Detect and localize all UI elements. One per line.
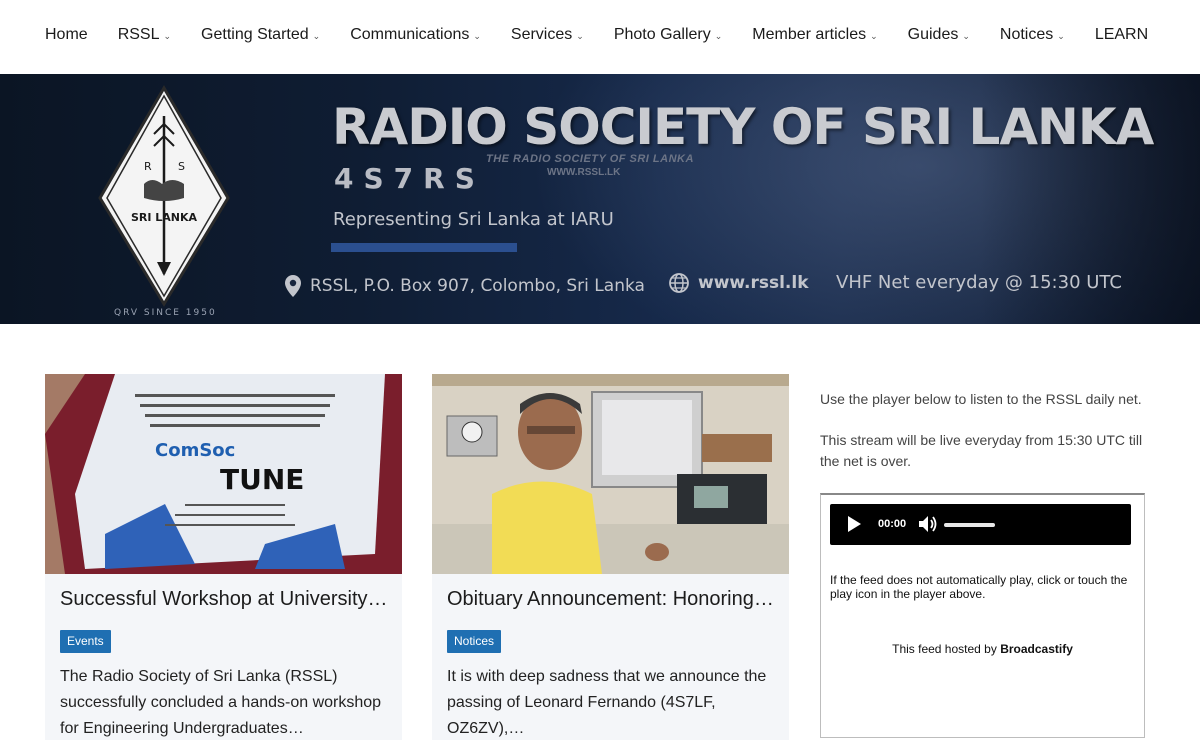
nav-item-photo-gallery[interactable]: Photo Gallery ⌄ [614, 26, 722, 44]
nav-label: Home [45, 26, 88, 43]
chevron-down-icon: ⌄ [312, 30, 321, 41]
play-icon[interactable] [848, 516, 861, 532]
radio-station-portrait-image [432, 374, 789, 574]
category-badge[interactable]: Events [60, 630, 111, 653]
nav-label: RSSL [117, 26, 160, 43]
broadcastify-feed-widget: 00:00 If the feed does not automatically… [820, 493, 1145, 738]
stream-schedule: This stream will be live everyday from 1… [820, 432, 1143, 469]
banner-faint-url: WWW.RSSL.LK [547, 167, 621, 178]
nav-item-learn[interactable]: LEARN [1095, 26, 1148, 44]
address-text: RSSL, P.O. Box 907, Colombo, Sri Lanka [310, 276, 645, 296]
nav-item-getting-started[interactable]: Getting Started ⌄ [201, 26, 320, 44]
banner-faint-line: THE RADIO SOCIETY OF SRI LANKA [486, 153, 694, 165]
banner-subtitle: Representing Sri Lanka at IARU [333, 209, 614, 230]
stream-intro: Use the player below to listen to the RS… [820, 391, 1142, 407]
player-time: 00:00 [878, 518, 907, 530]
nav-label: LEARN [1094, 26, 1149, 43]
chevron-down-icon: ⌄ [962, 30, 970, 41]
banner-title: RADIO SOCIETY OF SRI LANKA [332, 98, 1154, 156]
feed-note: If the feed does not automatically play,… [830, 573, 1128, 601]
chevron-down-icon: ⌄ [1057, 30, 1065, 41]
location-pin-icon [285, 275, 301, 297]
nav-item-services[interactable]: Services ⌄ [511, 26, 584, 44]
nav-label: Member articles [752, 26, 867, 43]
nav-menu: Home RSSL ⌄ Getting Started ⌄ Communicatio… [45, 26, 1148, 44]
globe-icon [669, 273, 689, 293]
svg-text:TUNE: TUNE [220, 463, 304, 496]
post-excerpt: It is with deep sadness that we announce… [447, 668, 767, 737]
post-card[interactable]: ComSoc TUNE Successful Workshop at Unive… [45, 374, 402, 740]
nav-item-communications[interactable]: Communications ⌄ [350, 26, 481, 44]
post-title[interactable]: Successful Workshop at University … [60, 588, 390, 611]
nav-label: Notices [999, 26, 1054, 43]
volume-slider[interactable] [944, 523, 995, 527]
logo-letter-r: R [144, 160, 152, 173]
chevron-down-icon: ⌄ [163, 30, 172, 41]
logo-letter-s: S [178, 160, 185, 173]
banner-website: www.rssl.lk [668, 272, 809, 294]
nav-item-notices[interactable]: Notices ⌄ [1000, 26, 1065, 44]
banner-accent-bar [331, 243, 517, 252]
post-excerpt: The Radio Society of Sri Lanka (RSSL) su… [60, 668, 382, 737]
nav-label: Communications [350, 26, 470, 43]
banner-address: RSSL, P.O. Box 907, Colombo, Sri Lanka [284, 274, 645, 298]
nav-label: Photo Gallery [613, 26, 711, 43]
top-navigation: Home RSSL ⌄ Getting Started ⌄ Communicatio… [0, 0, 1200, 74]
nav-item-home[interactable]: Home [45, 26, 88, 44]
chevron-down-icon: ⌄ [714, 30, 723, 41]
svg-text:ComSoc: ComSoc [155, 440, 235, 461]
certificate-photo-image: ComSoc TUNE [45, 374, 402, 574]
volume-icon[interactable] [918, 515, 938, 533]
feed-host-line: This feed hosted by Broadcastify [821, 642, 1144, 656]
header-banner: R S SRI LANKA QRV SINCE 1950 RADIO SOCIE… [0, 74, 1200, 324]
chevron-down-icon: ⌄ [576, 30, 584, 41]
category-badge[interactable]: Notices [447, 630, 502, 653]
post-title[interactable]: Obituary Announcement: Honoring … [447, 588, 777, 611]
nav-item-member-articles[interactable]: Member articles ⌄ [752, 26, 877, 44]
nav-label: Services [510, 26, 573, 43]
nav-label: Guides [907, 26, 959, 43]
banner-callsign: 4S7RS [334, 162, 485, 195]
nav-label: Getting Started [201, 26, 309, 43]
chevron-down-icon: ⌄ [473, 30, 481, 41]
nav-item-guides[interactable]: Guides ⌄ [908, 26, 970, 44]
post-thumbnail[interactable] [432, 374, 789, 574]
post-thumbnail[interactable]: ComSoc TUNE [45, 374, 402, 574]
nav-item-rssl[interactable]: RSSL ⌄ [118, 26, 171, 44]
banner-net-time: VHF Net everyday @ 15:30 UTC [836, 272, 1122, 293]
audio-player[interactable]: 00:00 [830, 504, 1131, 545]
post-card[interactable]: Obituary Announcement: Honoring … Notice… [432, 374, 789, 740]
website-text: www.rssl.lk [698, 273, 809, 293]
broadcastify-link[interactable]: Broadcastify [1000, 642, 1073, 656]
logo-country: SRI LANKA [131, 211, 198, 224]
chevron-down-icon: ⌄ [870, 30, 878, 41]
rssl-diamond-logo: R S SRI LANKA [98, 85, 230, 307]
since-label: QRV SINCE 1950 [114, 308, 217, 318]
host-prefix: This feed hosted by [892, 642, 1001, 656]
